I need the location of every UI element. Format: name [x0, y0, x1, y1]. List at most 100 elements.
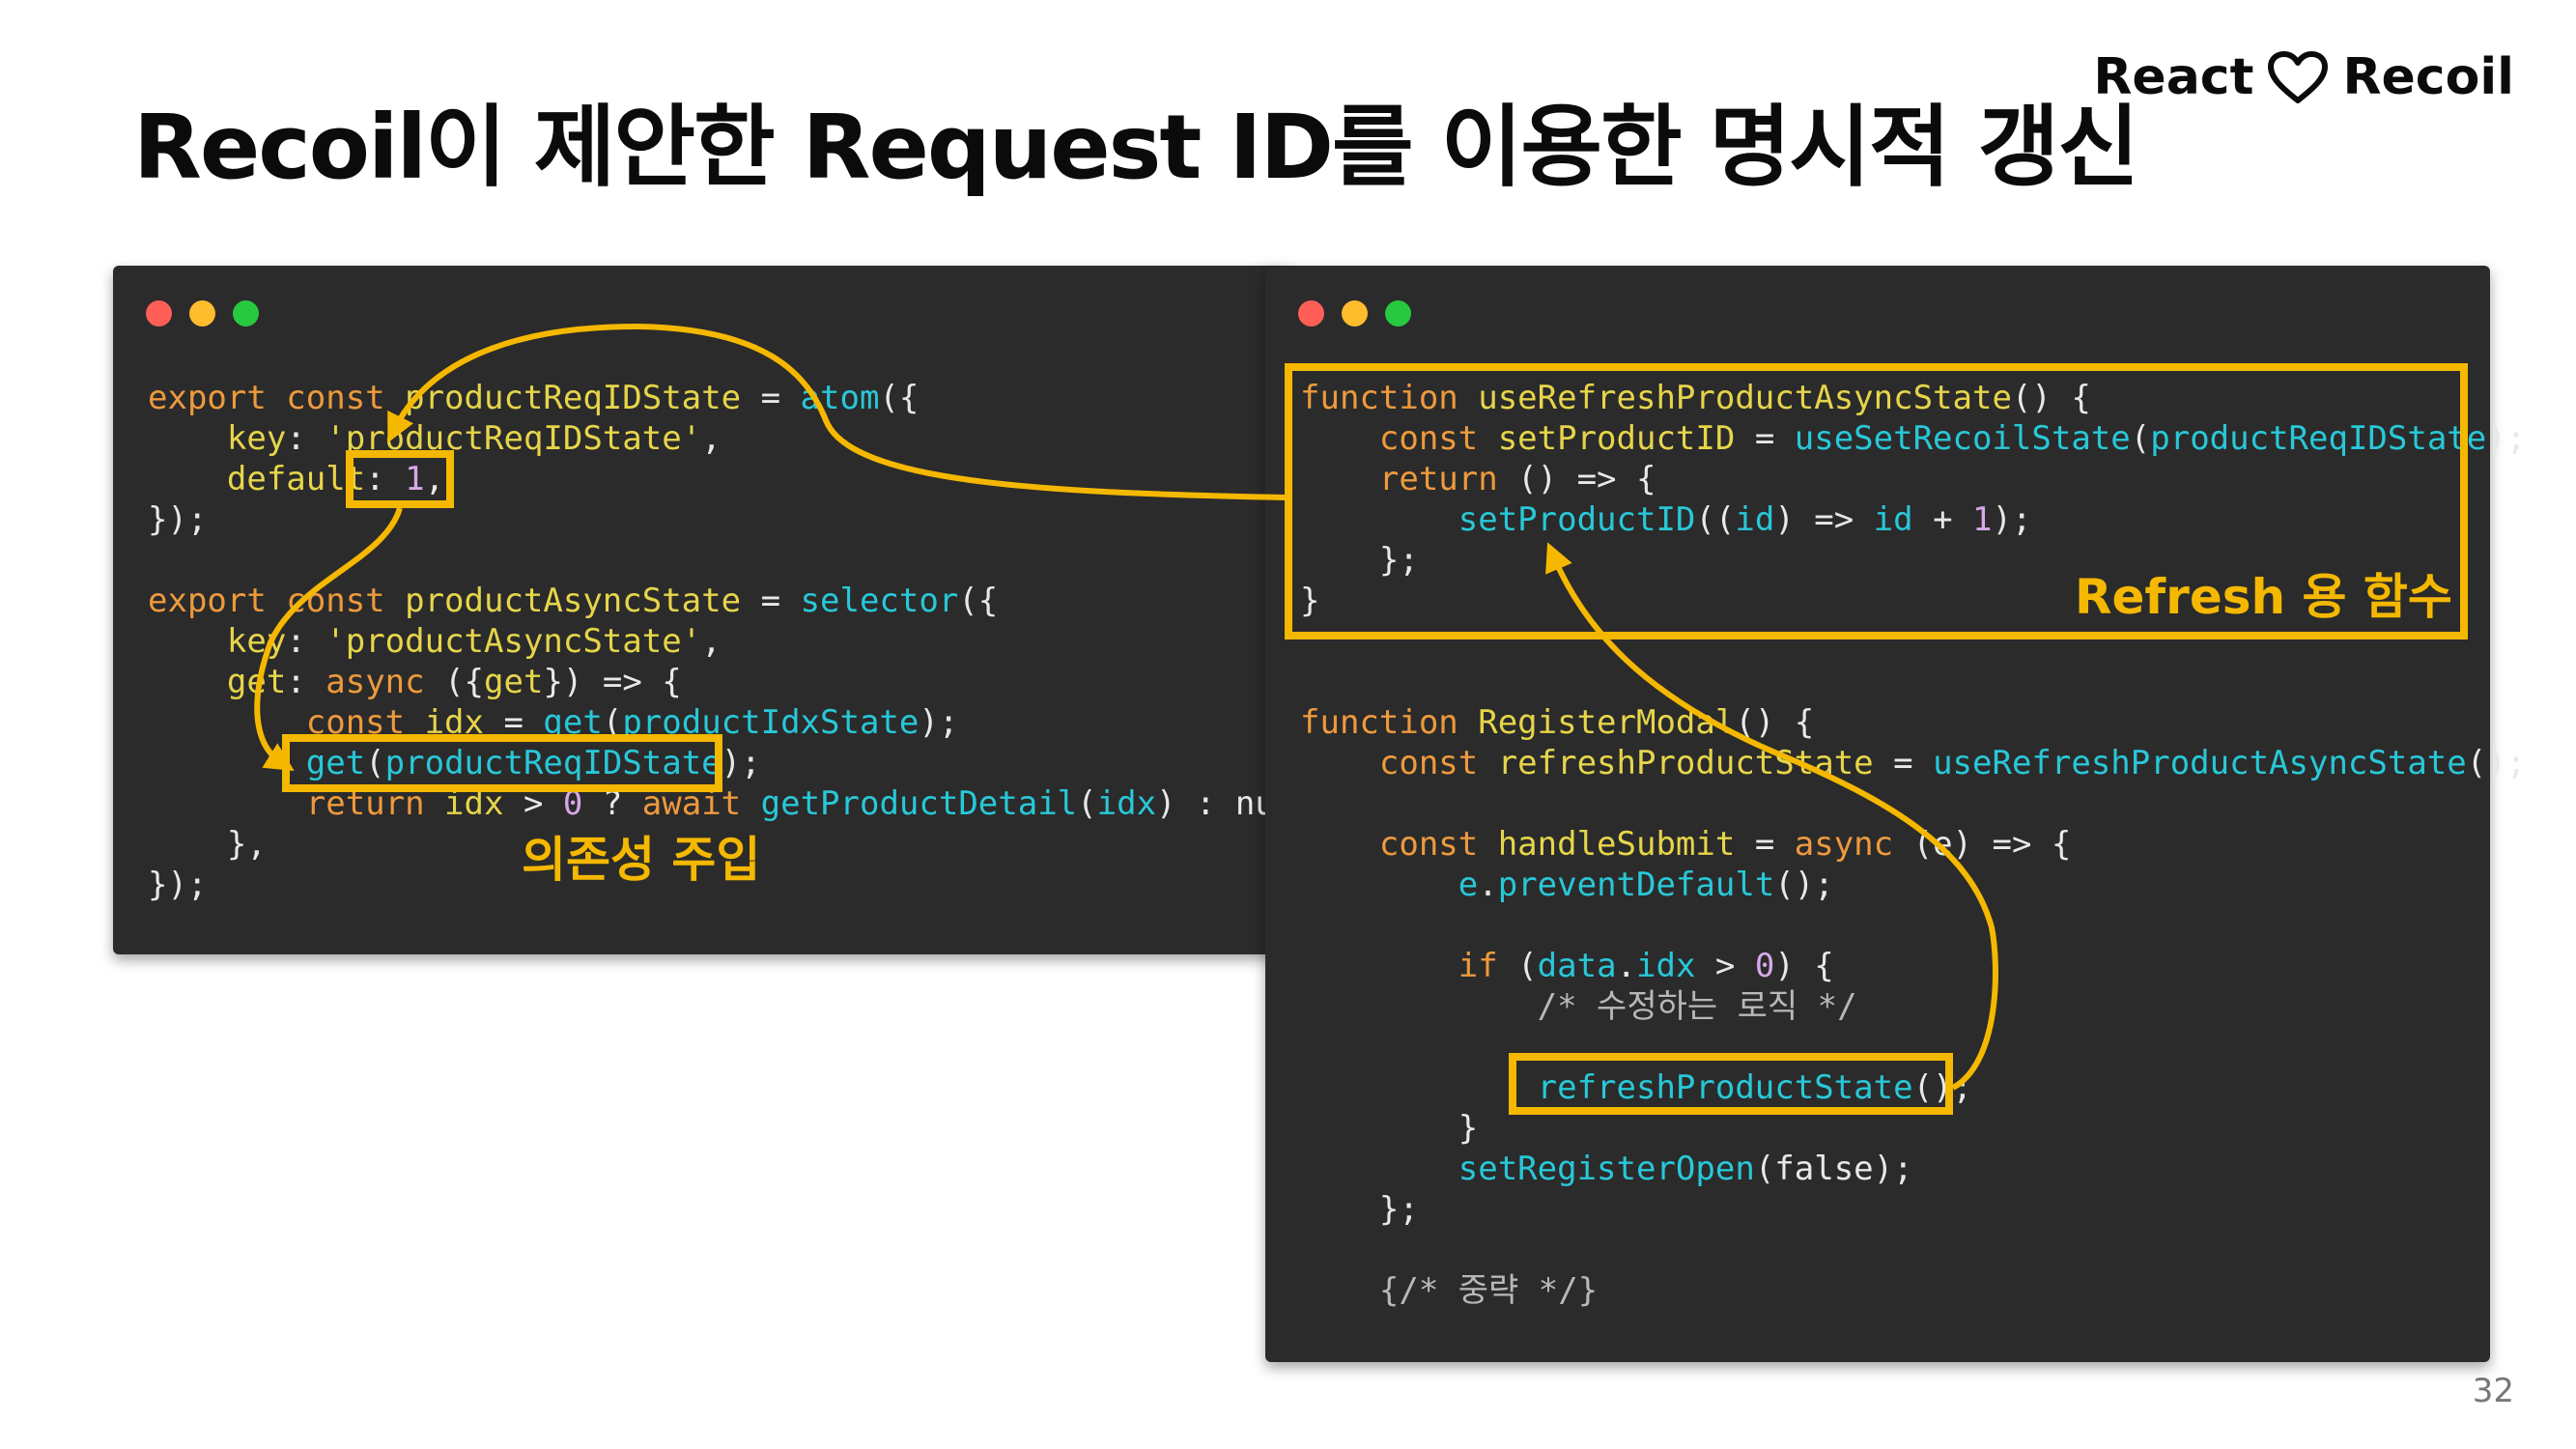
code-token: handleSubmit	[1497, 825, 1736, 864]
code-token: function	[1300, 703, 1479, 742]
code-token: .	[1478, 866, 1498, 904]
code-token: getProductDetail	[760, 784, 1078, 823]
code-token: if	[1300, 947, 1518, 985]
code-token: useRefreshProductAsyncState	[1933, 744, 2467, 782]
maximize-dot-icon[interactable]	[233, 300, 259, 327]
close-dot-icon[interactable]	[146, 300, 172, 327]
code-line: setRegisterOpen(false);	[1300, 1149, 2526, 1189]
heart-outline-icon	[2268, 51, 2329, 103]
code-line: if (data.idx > 0) {	[1300, 946, 2526, 986]
code-token: (e) => {	[1912, 825, 2072, 864]
code-token: e	[1300, 866, 1479, 904]
code-line: ​	[1300, 905, 2526, 946]
code-token: 0	[1754, 947, 1775, 985]
code-token: default	[148, 460, 366, 498]
code-token: ) {	[1774, 947, 1834, 985]
code-token: data	[1537, 947, 1617, 985]
code-token: .	[1616, 947, 1637, 985]
code-line: export const productAsyncState = selecto…	[148, 581, 1334, 621]
window-controls	[1298, 300, 1411, 327]
code-token: :	[286, 663, 326, 701]
code-token: selector	[800, 582, 959, 620]
code-token: export const	[148, 582, 406, 620]
code-token: >	[1695, 947, 1755, 985]
code-token: const	[1300, 825, 1498, 864]
highlight-default-value	[346, 450, 454, 508]
code-token: RegisterModal	[1478, 703, 1736, 742]
code-token: () {	[1735, 703, 1815, 742]
code-token: /* 수정하는 로직 */	[1300, 987, 1857, 1026]
maximize-dot-icon[interactable]	[1385, 300, 1411, 327]
brand-recoil-label: Recoil	[2342, 48, 2514, 106]
close-dot-icon[interactable]	[1298, 300, 1324, 327]
page-number: 32	[2472, 1372, 2514, 1410]
code-token: =	[1873, 744, 1934, 782]
code-token: (	[1517, 947, 1538, 985]
code-line: ​	[1300, 783, 2526, 824]
callout-refresh-function: Refresh 용 함수	[2075, 569, 2452, 625]
code-line: ​	[148, 540, 1334, 581]
code-token: async	[1794, 825, 1913, 864]
code-line: e.preventDefault();	[1300, 865, 2526, 905]
code-token: 'productAsyncState'	[326, 622, 702, 661]
code-token: });	[148, 866, 208, 904]
code-token: ({	[958, 582, 999, 620]
code-token: (	[1077, 784, 1097, 823]
code-token: },	[148, 825, 267, 864]
code-token: (false);	[1754, 1150, 1913, 1188]
code-token: };	[1300, 1190, 1419, 1229]
code-line: function RegisterModal() {	[1300, 702, 2526, 743]
code-line: const handleSubmit = async (e) => {	[1300, 824, 2526, 865]
window-controls	[146, 300, 259, 327]
code-token: :	[286, 622, 326, 661]
code-token: atom	[800, 379, 880, 417]
code-token: idx	[1096, 784, 1157, 823]
callout-dependency-injection: 의존성 주입	[522, 832, 761, 888]
code-token: setRegisterOpen	[1300, 1150, 1755, 1188]
code-token: preventDefault	[1497, 866, 1775, 904]
code-token: );	[2486, 419, 2527, 458]
code-token: ,	[701, 419, 722, 458]
code-token: productReqIDState	[405, 379, 742, 417]
code-token: }) => {	[543, 663, 682, 701]
code-token: productAsyncState	[405, 582, 742, 620]
code-token: {/* 중략 */}	[1300, 1271, 1599, 1310]
code-line: key: 'productAsyncState',	[148, 621, 1334, 662]
highlight-get-request-id	[282, 734, 722, 792]
code-line: /* 수정하는 로직 */	[1300, 986, 2526, 1027]
code-token: key	[148, 419, 287, 458]
code-token: :	[286, 419, 326, 458]
code-token: ();	[1774, 866, 1834, 904]
code-token: idx	[1636, 947, 1696, 985]
code-line: key: 'productReqIDState',	[148, 418, 1334, 459]
code-token: export const	[148, 379, 406, 417]
slide-title: Recoil이 제안한 Request ID를 이용한 명시적 갱신	[133, 96, 2139, 199]
code-token: });	[148, 500, 208, 539]
code-token: get	[148, 663, 287, 701]
code-token: ();	[2466, 744, 2527, 782]
brand-logo: React Recoil	[2093, 39, 2514, 116]
code-token: );	[919, 703, 959, 742]
code-token: ({	[444, 663, 485, 701]
code-token: ({	[879, 379, 920, 417]
code-token: =	[741, 582, 801, 620]
minimize-dot-icon[interactable]	[189, 300, 215, 327]
code-line: get: async ({get}) => {	[148, 662, 1334, 702]
code-line: };	[1300, 1189, 2526, 1230]
brand-react-label: React	[2093, 48, 2254, 106]
code-line: default: 1,	[148, 459, 1334, 499]
code-line: });	[148, 499, 1334, 540]
code-token: get	[484, 663, 544, 701]
minimize-dot-icon[interactable]	[1342, 300, 1368, 327]
code-token: key	[148, 622, 287, 661]
code-token: );	[721, 744, 761, 782]
highlight-refresh-call	[1509, 1053, 1953, 1115]
code-token: =	[1735, 825, 1795, 864]
code-token: const	[1300, 744, 1498, 782]
code-token: refreshProductState	[1497, 744, 1874, 782]
code-token: }	[1300, 1109, 1479, 1148]
code-line: ​	[1300, 1230, 2526, 1270]
code-token: ,	[701, 622, 722, 661]
code-token: async	[326, 663, 445, 701]
code-line: const refreshProductState = useRefreshPr…	[1300, 743, 2526, 783]
